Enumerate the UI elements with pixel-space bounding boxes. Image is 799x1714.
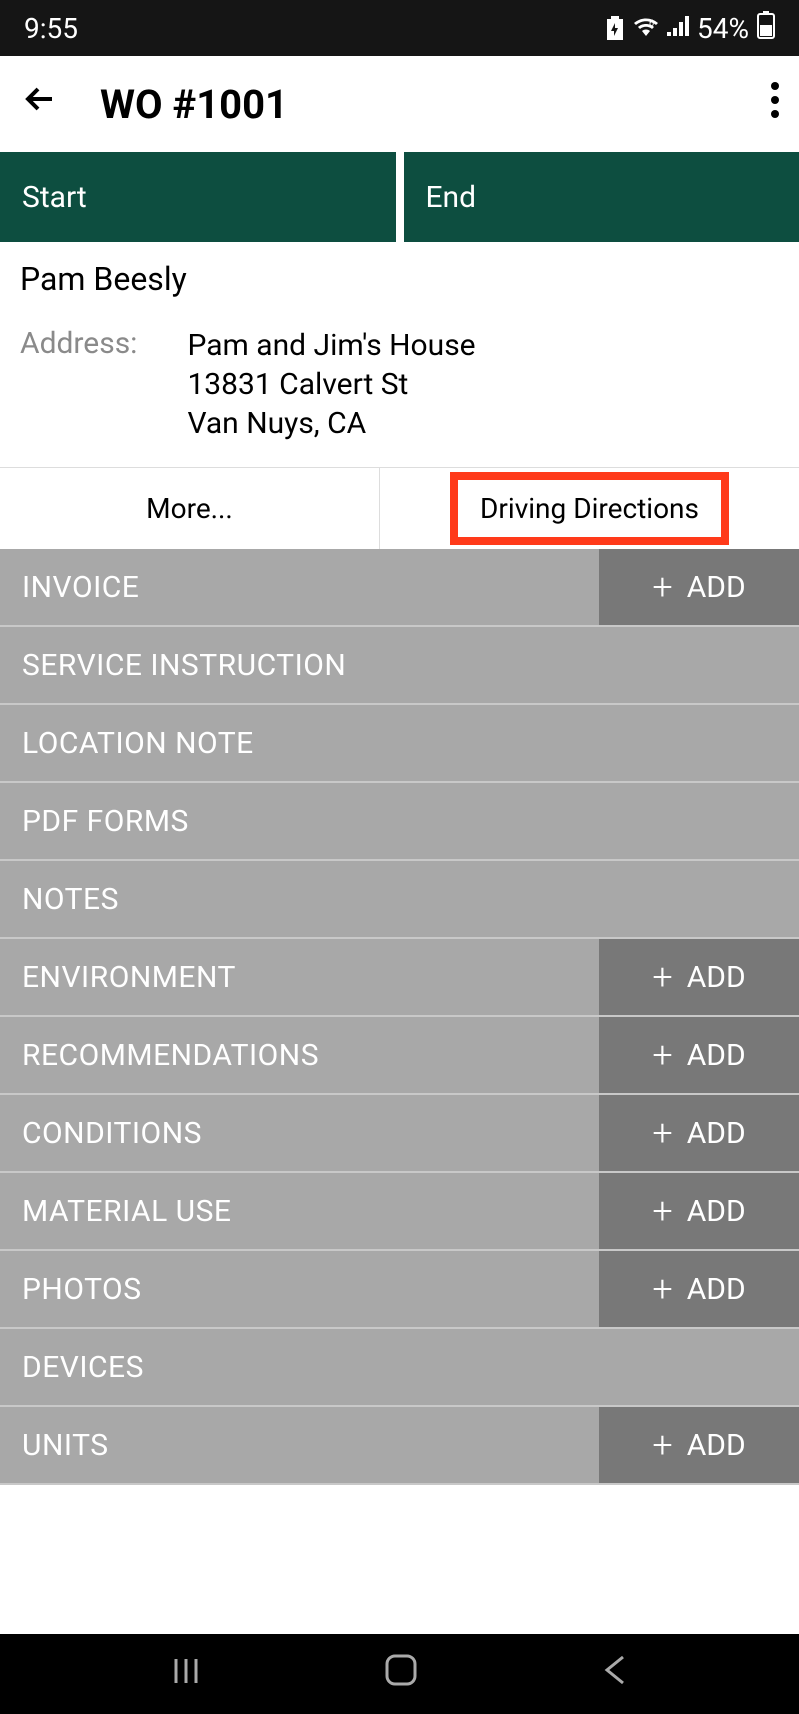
svg-text:6: 6 — [649, 19, 654, 29]
section-item[interactable]: CONDITIONS + ADD — [0, 1095, 799, 1173]
add-button[interactable]: + ADD — [599, 549, 799, 625]
section-label: PHOTOS — [0, 1272, 599, 1307]
section-item[interactable]: NOTES — [0, 861, 799, 939]
plus-icon: + — [652, 1112, 672, 1154]
plus-icon: + — [652, 566, 672, 608]
directions-wrapper: Driving Directions — [380, 468, 799, 549]
tabs: Start End — [0, 152, 799, 242]
add-label: ADD — [687, 1116, 746, 1151]
status-indicators: 6 54% — [605, 11, 775, 46]
address-line1: Pam and Jim's House — [187, 326, 475, 365]
plus-icon: + — [652, 956, 672, 998]
plus-icon: + — [652, 1424, 672, 1466]
add-label: ADD — [687, 1272, 746, 1307]
status-time: 9:55 — [24, 12, 78, 45]
section-label: DEVICES — [0, 1350, 799, 1385]
customer-info: Pam Beesly Address: Pam and Jim's House … — [0, 242, 799, 467]
battery-saver-icon — [605, 16, 625, 40]
section-item[interactable]: PHOTOS + ADD — [0, 1251, 799, 1329]
section-label: UNITS — [0, 1428, 599, 1463]
section-item[interactable]: UNITS + ADD — [0, 1407, 799, 1485]
section-label: PDF FORMS — [0, 804, 799, 839]
page-title: WO #1001 — [100, 81, 731, 128]
tab-start[interactable]: Start — [0, 152, 396, 242]
section-item[interactable]: RECOMMENDATIONS + ADD — [0, 1017, 799, 1095]
add-label: ADD — [687, 1428, 746, 1463]
address-label: Address: — [20, 326, 137, 443]
address-line3: Van Nuys, CA — [187, 404, 475, 443]
section-item[interactable]: MATERIAL USE + ADD — [0, 1173, 799, 1251]
add-label: ADD — [687, 960, 746, 995]
add-button[interactable]: + ADD — [599, 1095, 799, 1171]
section-label: LOCATION NOTE — [0, 726, 799, 761]
section-item[interactable]: ENVIRONMENT + ADD — [0, 939, 799, 1017]
section-label: CONDITIONS — [0, 1116, 599, 1151]
system-nav-bar — [0, 1634, 799, 1714]
battery-icon — [757, 11, 775, 46]
section-list: INVOICE + ADD SERVICE INSTRUCTION LOCATION N… — [0, 549, 799, 1485]
section-item[interactable]: LOCATION NOTE — [0, 705, 799, 783]
signal-icon — [667, 13, 689, 43]
address-value: Pam and Jim's House 13831 Calvert St Van… — [187, 326, 475, 443]
section-label: INVOICE — [0, 570, 599, 605]
add-button[interactable]: + ADD — [599, 1407, 799, 1483]
add-button[interactable]: + ADD — [599, 1173, 799, 1249]
add-label: ADD — [687, 1038, 746, 1073]
section-label: RECOMMENDATIONS — [0, 1038, 599, 1073]
more-menu-icon[interactable] — [771, 82, 779, 127]
plus-icon: + — [652, 1034, 672, 1076]
app-bar: WO #1001 — [0, 56, 799, 152]
back-arrow-icon[interactable] — [20, 79, 60, 129]
more-button[interactable]: More... — [0, 468, 380, 549]
section-item[interactable]: INVOICE + ADD — [0, 549, 799, 627]
section-item[interactable]: PDF FORMS — [0, 783, 799, 861]
section-label: ENVIRONMENT — [0, 960, 599, 995]
wifi-icon: 6 — [633, 13, 659, 43]
add-label: ADD — [687, 1194, 746, 1229]
add-button[interactable]: + ADD — [599, 1251, 799, 1327]
status-bar: 9:55 6 54% — [0, 0, 799, 56]
section-label: MATERIAL USE — [0, 1194, 599, 1229]
recent-apps-icon[interactable] — [172, 1654, 200, 1694]
section-item[interactable]: SERVICE INSTRUCTION — [0, 627, 799, 705]
plus-icon: + — [652, 1268, 672, 1310]
section-label: SERVICE INSTRUCTION — [0, 648, 799, 683]
add-button[interactable]: + ADD — [599, 939, 799, 1015]
address-line2: 13831 Calvert St — [187, 365, 475, 404]
add-button[interactable]: + ADD — [599, 1017, 799, 1093]
plus-icon: + — [652, 1190, 672, 1232]
back-icon[interactable] — [603, 1654, 627, 1694]
driving-directions-button[interactable]: Driving Directions — [450, 472, 729, 545]
battery-percent: 54% — [697, 12, 749, 45]
add-label: ADD — [687, 570, 746, 605]
tab-end[interactable]: End — [404, 152, 799, 242]
section-item[interactable]: DEVICES — [0, 1329, 799, 1407]
section-label: NOTES — [0, 882, 799, 917]
home-icon[interactable] — [384, 1653, 418, 1696]
action-row: More... Driving Directions — [0, 467, 799, 549]
customer-name: Pam Beesly — [20, 260, 779, 298]
